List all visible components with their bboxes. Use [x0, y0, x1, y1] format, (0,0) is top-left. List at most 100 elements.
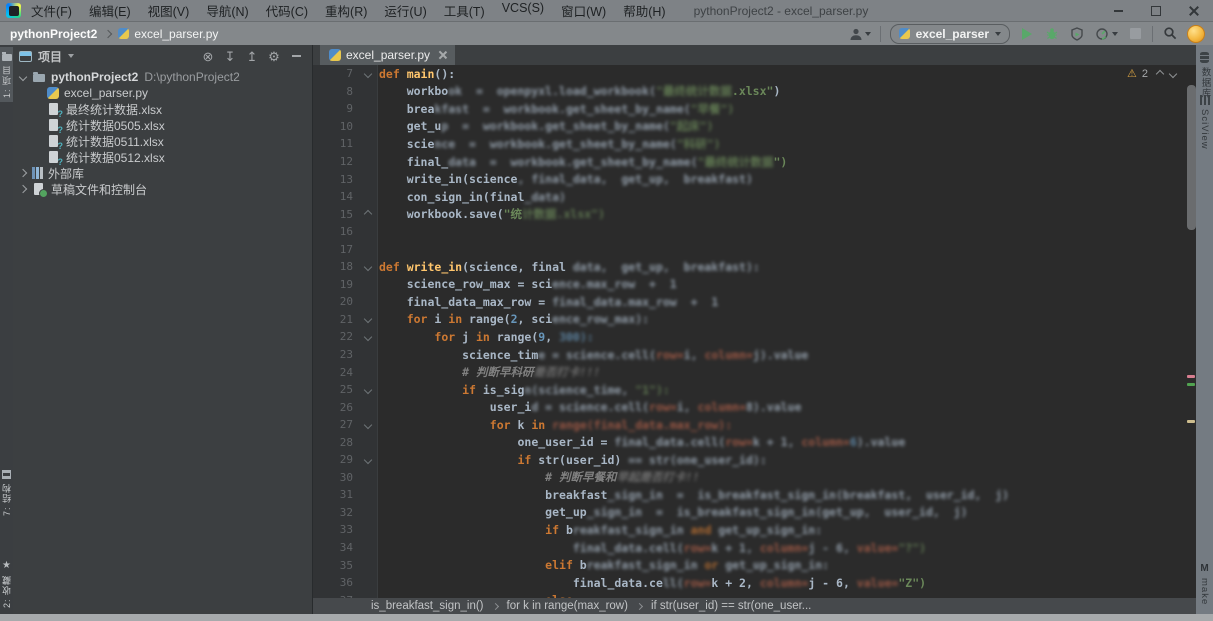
code-text[interactable]: for i in range(2, science_row_max): — [377, 312, 649, 326]
menu-item[interactable]: 工具(T) — [444, 1, 485, 20]
menu-item[interactable]: 窗口(W) — [561, 1, 606, 20]
tool-strip-button-folder[interactable]: 1: 项目 — [0, 47, 13, 102]
search-everywhere-button[interactable] — [1162, 26, 1178, 42]
tree-item[interactable]: 最终统计数据.xlsx — [13, 101, 312, 117]
line-number[interactable]: 20 — [313, 295, 358, 308]
chevron-icon[interactable] — [19, 169, 27, 177]
minimize-button[interactable] — [1099, 0, 1137, 21]
stop-button[interactable] — [1127, 26, 1143, 42]
code-text[interactable]: for k in range(final_data.max_row): — [377, 418, 732, 432]
code-text[interactable]: breakfast_sign_in = is_breakfast_sign_in… — [377, 488, 1009, 502]
code-text[interactable]: workbook.save("统计数据.xlsx") — [377, 206, 605, 222]
code-text[interactable]: if str(user_id) == str(one_user_id): — [377, 453, 767, 467]
line-number[interactable]: 15 — [313, 208, 358, 221]
chevron-icon[interactable] — [19, 73, 27, 81]
code-text[interactable]: if is_sign(science_time, "1"): — [377, 383, 670, 397]
breadcrumb-item[interactable]: if str(user_id) == str(one_user... — [651, 600, 811, 612]
menu-item[interactable]: 视图(V) — [148, 1, 190, 20]
line-number[interactable]: 9 — [313, 102, 358, 115]
tab-close-icon[interactable] — [438, 51, 446, 59]
code-text[interactable]: one_user_id = final_data.cell(row=k + 1,… — [377, 435, 905, 449]
code-text[interactable]: elif breakfast_sign_in or get_up_sign_in… — [377, 558, 829, 572]
dropdown-arrow-icon[interactable] — [68, 54, 74, 58]
code-text[interactable]: get_up_sign_in = is_breakfast_sign_in(ge… — [377, 505, 968, 519]
breadcrumb-item[interactable]: is_breakfast_sign_in() — [371, 600, 484, 612]
inspections-widget[interactable]: 2 — [1127, 68, 1176, 80]
fold-expanded-icon[interactable] — [363, 315, 371, 323]
code-text[interactable]: breakfast = workbook.get_sheet_by_name("… — [377, 101, 734, 117]
menu-item[interactable]: 运行(U) — [384, 1, 426, 20]
code-text[interactable]: def main(): — [377, 67, 455, 81]
fold-expanded-icon[interactable] — [363, 333, 371, 341]
tree-item[interactable]: 统计数据0511.xlsx — [13, 133, 312, 149]
tree-item[interactable]: 外部库 — [13, 165, 312, 181]
tab-excel-parser[interactable]: excel_parser.py — [320, 45, 455, 65]
line-number[interactable]: 7 — [313, 67, 358, 80]
scrollbar-thumb[interactable] — [1187, 85, 1196, 230]
menu-item[interactable]: 文件(F) — [31, 1, 72, 20]
line-number[interactable]: 21 — [313, 313, 358, 326]
profiler-button[interactable] — [1094, 26, 1118, 42]
line-number[interactable]: 30 — [313, 471, 358, 484]
line-number[interactable]: 18 — [313, 260, 358, 273]
code-text[interactable]: # 判断早科研是否打卡!!! — [377, 364, 600, 380]
code-text[interactable]: def write_in(science, final data, get_up… — [377, 260, 760, 274]
fold-expanded-icon[interactable] — [363, 420, 371, 428]
code-text[interactable]: workbook = openpyxl.load_workbook("最终统计数… — [377, 83, 780, 99]
line-number[interactable]: 36 — [313, 576, 358, 589]
fold-end-icon[interactable] — [363, 210, 371, 218]
menu-item[interactable]: 帮助(H) — [623, 1, 665, 20]
line-number[interactable]: 13 — [313, 173, 358, 186]
tree-item[interactable]: 统计数据0505.xlsx — [13, 117, 312, 133]
menu-item[interactable]: 编辑(E) — [89, 1, 131, 20]
line-number[interactable]: 11 — [313, 137, 358, 150]
menu-item[interactable]: 代码(C) — [266, 1, 308, 20]
collapse-all-icon[interactable] — [244, 50, 260, 63]
locate-file-icon[interactable] — [200, 50, 216, 63]
fold-expanded-icon[interactable] — [363, 70, 371, 78]
close-button[interactable] — [1175, 0, 1213, 21]
tree-item[interactable]: pythonProject2D:\pythonProject2 — [13, 69, 312, 85]
line-number[interactable]: 28 — [313, 436, 358, 449]
project-panel-title[interactable]: 项目 — [38, 48, 62, 65]
line-number[interactable]: 23 — [313, 348, 358, 361]
line-number[interactable]: 12 — [313, 155, 358, 168]
line-number[interactable]: 29 — [313, 453, 358, 466]
breadcrumb-item[interactable]: for k in range(max_row) — [507, 600, 628, 612]
line-number[interactable]: 10 — [313, 120, 358, 133]
line-number[interactable]: 31 — [313, 488, 358, 501]
tool-strip-button-structure[interactable]: 7: 结构 — [0, 466, 13, 520]
code-text[interactable]: if breakfast_sign_in and get_up_sign_in: — [377, 523, 822, 537]
tree-item[interactable]: 统计数据0512.xlsx — [13, 149, 312, 165]
menu-item[interactable]: VCS(S) — [502, 1, 544, 20]
debug-button[interactable] — [1044, 26, 1060, 42]
line-number[interactable]: 24 — [313, 366, 358, 379]
line-number[interactable]: 33 — [313, 523, 358, 536]
line-number[interactable]: 27 — [313, 418, 358, 431]
line-number[interactable]: 17 — [313, 243, 358, 256]
breadcrumb-file[interactable]: excel_parser.py — [134, 27, 218, 41]
code-text[interactable]: for j in range(9, 300): — [377, 330, 594, 344]
settings-gear-icon[interactable] — [266, 50, 282, 63]
next-warning-icon[interactable] — [1169, 70, 1177, 78]
run-config-select[interactable]: excel_parser — [890, 24, 1010, 44]
tool-strip-button-make[interactable]: make — [1196, 560, 1213, 609]
code-text[interactable]: final_data = workbook.get_sheet_by_name(… — [377, 154, 787, 170]
fold-expanded-icon[interactable] — [363, 385, 371, 393]
line-number[interactable]: 14 — [313, 190, 358, 203]
line-number[interactable]: 26 — [313, 401, 358, 414]
line-number[interactable]: 19 — [313, 278, 358, 291]
tree-item[interactable]: excel_parser.py — [13, 85, 312, 101]
code-editor[interactable]: 7def main():8 workbook = openpyxl.load_w… — [313, 65, 1196, 598]
fold-expanded-icon[interactable] — [363, 263, 371, 271]
run-button[interactable] — [1019, 26, 1035, 42]
hide-panel-icon[interactable] — [288, 55, 304, 57]
gold-badge-icon[interactable] — [1187, 25, 1205, 43]
code-text[interactable]: final_data.cell(row=k + 1, column=j - 6,… — [377, 541, 926, 555]
code-text[interactable]: final_data_max_row = final_data.max_row … — [377, 295, 718, 309]
menu-item[interactable]: 重构(R) — [325, 1, 367, 20]
code-text[interactable]: science_row_max = science.max_row + 1 — [377, 277, 677, 291]
code-text[interactable]: final_data.cell(row=k + 2, column=j - 6,… — [377, 576, 926, 590]
breadcrumb-project[interactable]: pythonProject2 — [10, 27, 97, 41]
menu-item[interactable]: 导航(N) — [206, 1, 248, 20]
